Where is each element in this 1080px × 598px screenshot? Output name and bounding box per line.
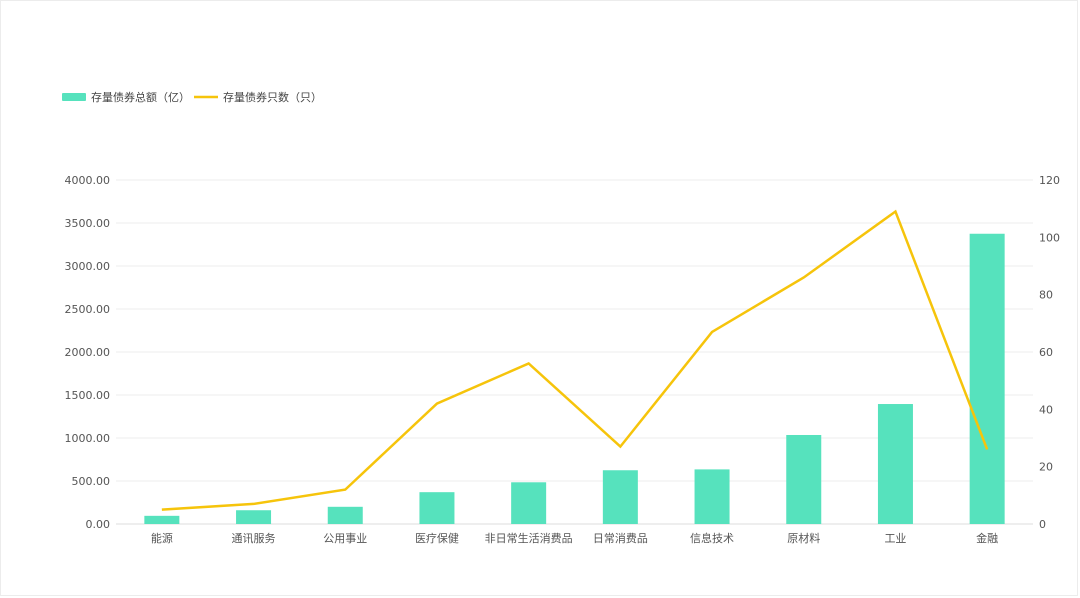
combo-chart: 0.00 500.00 1000.00 1500.00 2000.00 2500.00 30… [62, 90, 1060, 545]
bar [144, 515, 180, 524]
bar [969, 233, 1005, 524]
line-series [161, 209, 989, 511]
left-axis-tick-label: 2500.00 [65, 303, 111, 316]
right-axis-tick-label: 40 [1039, 403, 1053, 416]
left-axis-tick-label: 500.00 [72, 475, 111, 488]
legend-bar-label: 存量债券总额（亿） [91, 90, 190, 104]
x-axis-tick-label: 工业 [884, 532, 906, 545]
bar [602, 470, 638, 524]
bar-series [144, 233, 1005, 524]
x-axis-tick-label: 金融 [976, 531, 998, 545]
x-axis-tick-label: 通讯服务 [232, 532, 276, 545]
left-axis-tick-label: 3000.00 [65, 260, 111, 273]
left-axis-tick-label: 2000.00 [65, 346, 111, 359]
x-axis-tick-label: 非日常生活消费品 [485, 531, 573, 545]
legend-line-label: 存量债券只数（只） [223, 90, 322, 104]
x-axis-tick-label: 原材料 [787, 531, 820, 545]
left-axis-tick-label: 0.00 [86, 518, 111, 531]
legend-bar-swatch [62, 93, 86, 101]
x-axis-tick-label: 信息技术 [690, 531, 734, 545]
left-axis-tick-label: 1000.00 [65, 432, 111, 445]
bar [786, 434, 822, 524]
x-axis-tick-label: 能源 [151, 531, 173, 545]
bar [327, 506, 363, 524]
right-axis-tick-label: 100 [1039, 231, 1060, 244]
x-axis-tick-label: 医疗保健 [415, 531, 459, 545]
left-axis-tick-label: 1500.00 [65, 389, 111, 402]
right-axis-tick-label: 60 [1039, 346, 1053, 359]
right-axis-tick-label: 20 [1039, 461, 1053, 474]
left-axis-ticks: 0.00 500.00 1000.00 1500.00 2000.00 2500.00 30… [65, 174, 111, 531]
bar [694, 469, 730, 524]
right-axis-ticks: 0 20 40 60 80 100 120 [1039, 174, 1060, 531]
legend: 存量债券总额（亿） 存量债券只数（只） [62, 90, 322, 104]
x-axis-ticks: 能源 通讯服务 公用事业 医疗保健 非日常生活消费品 日常消费品 信息技术 原材料 工业 金融 [151, 531, 998, 545]
bar [511, 482, 547, 524]
line-path [161, 209, 989, 511]
left-axis-tick-label: 3500.00 [65, 217, 111, 230]
bar [419, 492, 455, 524]
x-axis-tick-label: 日常消费品 [593, 531, 648, 545]
x-axis-tick-label: 公用事业 [323, 532, 367, 545]
bar [236, 510, 272, 524]
right-axis-tick-label: 120 [1039, 174, 1060, 187]
right-axis-tick-label: 0 [1039, 518, 1046, 531]
right-axis-tick-label: 80 [1039, 289, 1053, 302]
bar [877, 404, 913, 524]
left-axis-tick-label: 4000.00 [65, 174, 111, 187]
